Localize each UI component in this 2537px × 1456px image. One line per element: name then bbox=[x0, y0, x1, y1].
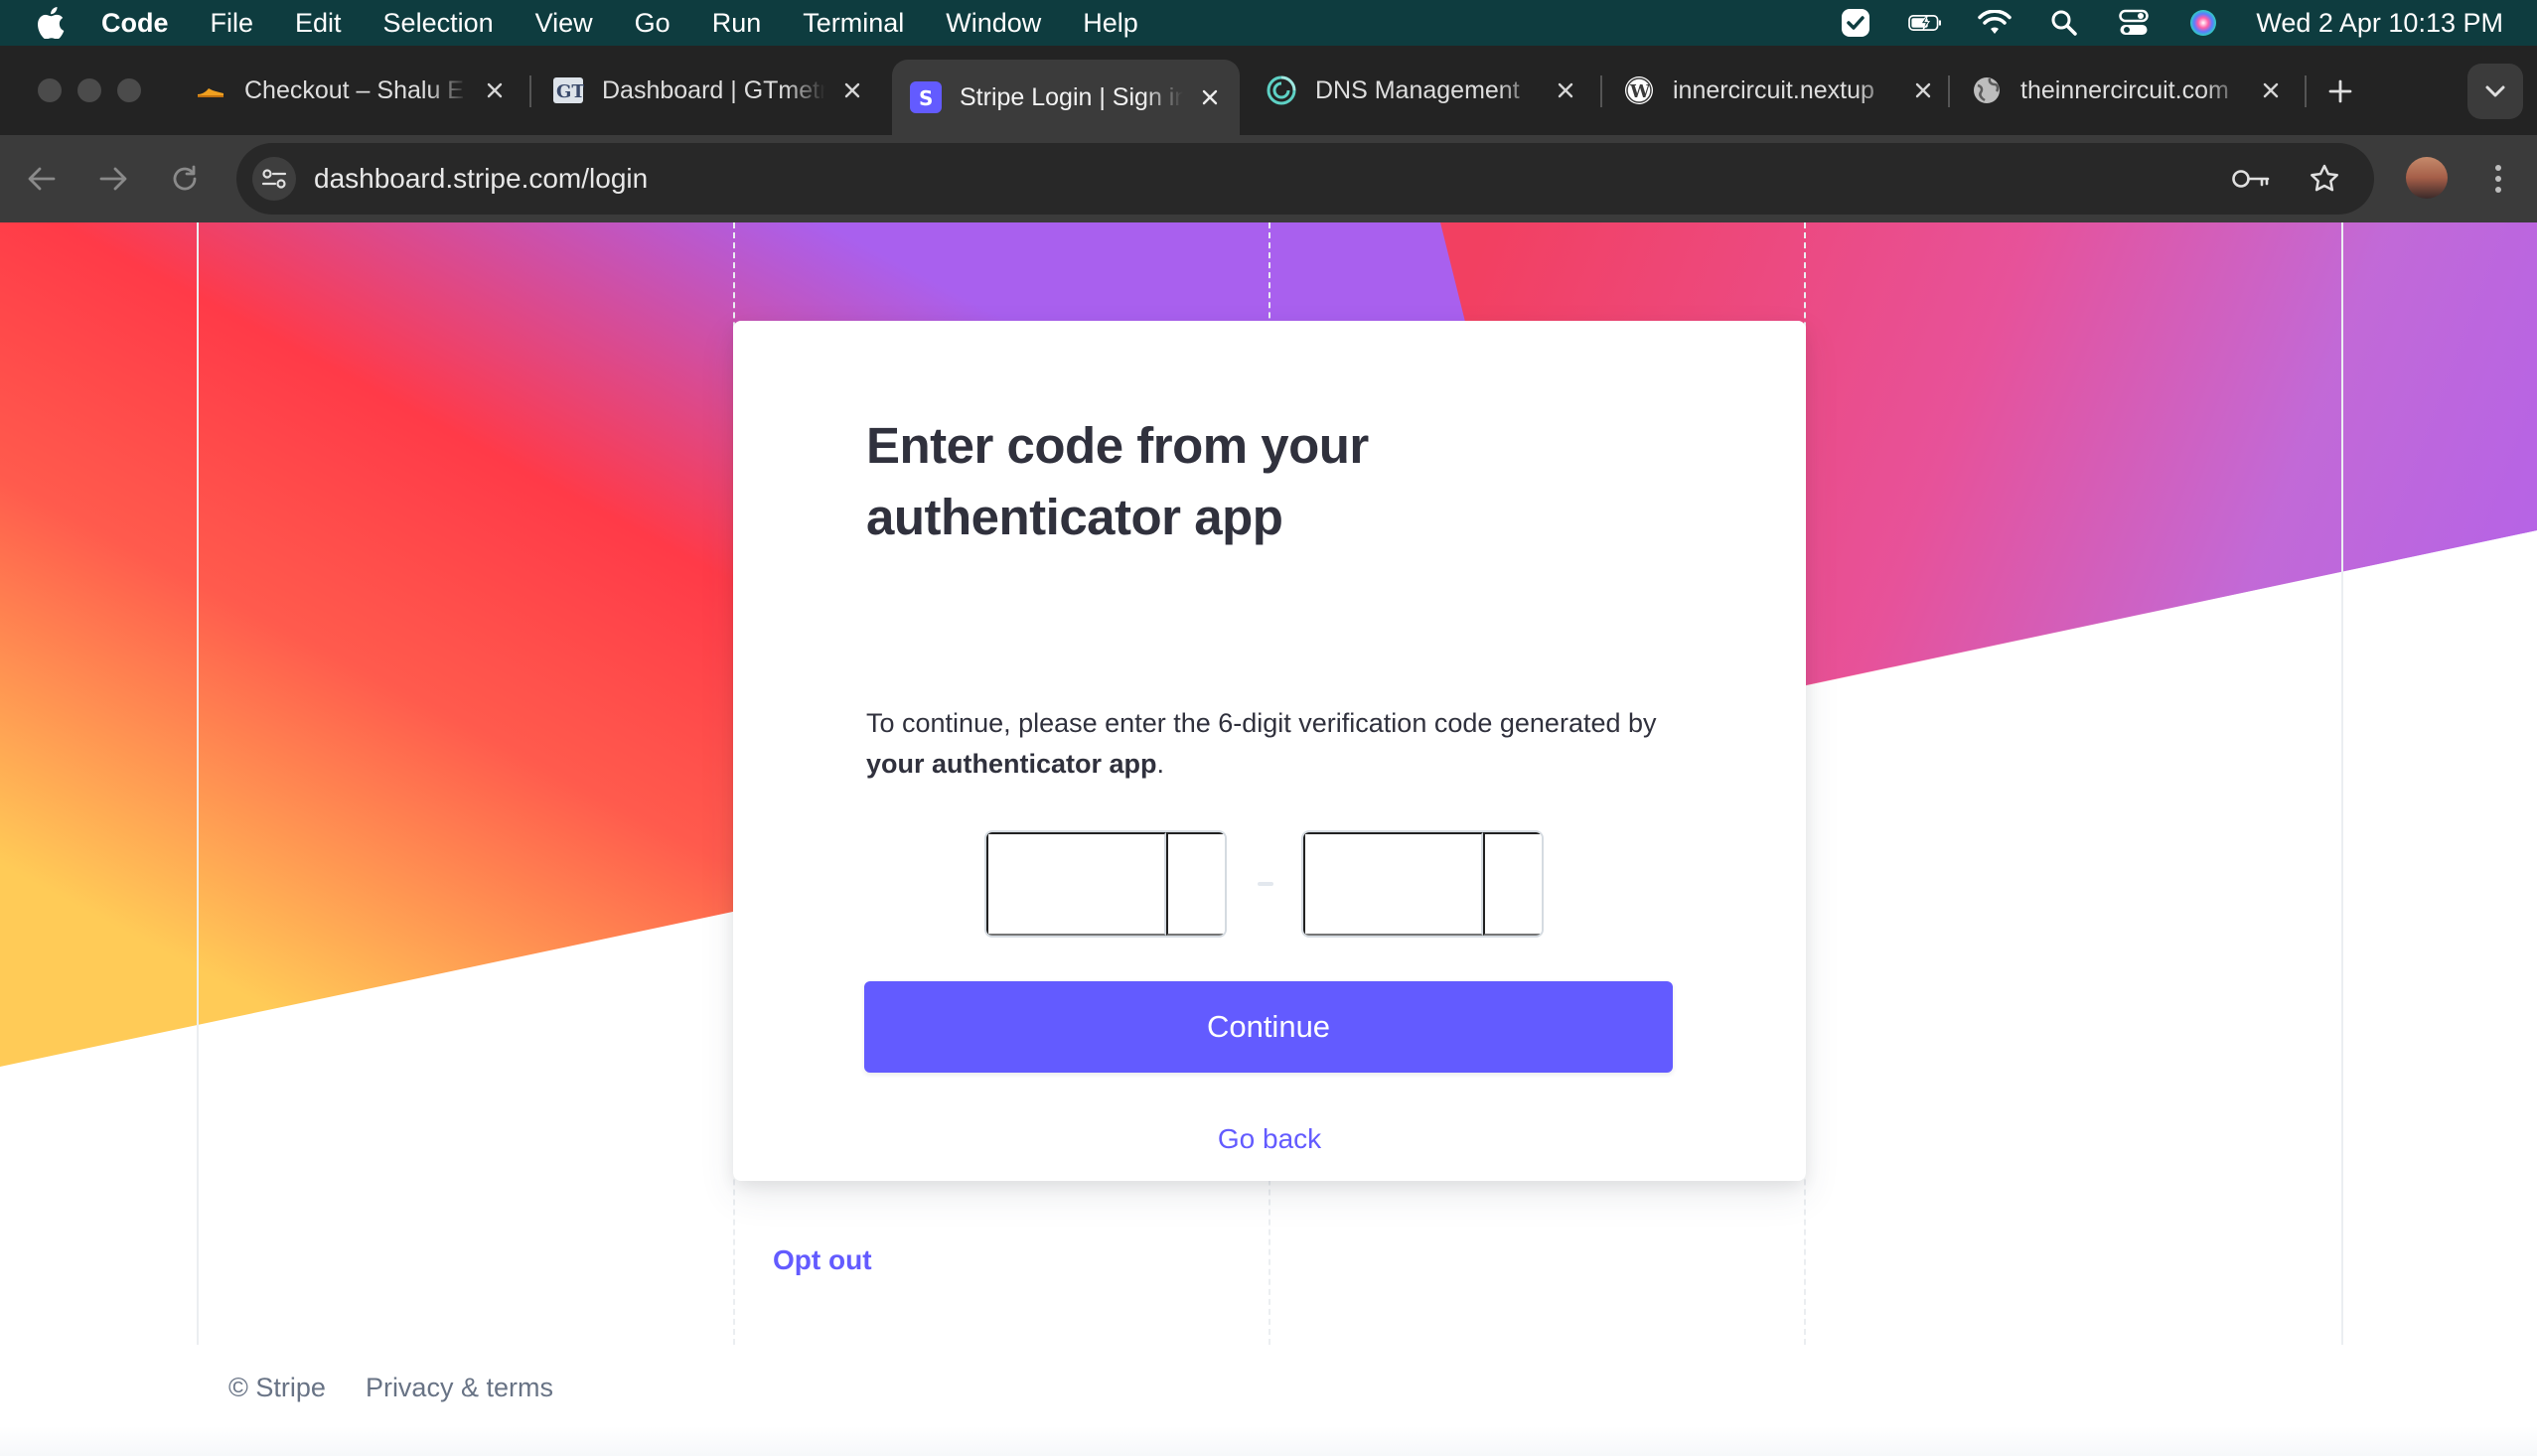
close-window-button[interactable] bbox=[38, 78, 62, 102]
control-center-icon[interactable] bbox=[2117, 8, 2151, 38]
svg-text:S: S bbox=[919, 86, 933, 110]
code-separator bbox=[1258, 882, 1273, 886]
code-input-group-second bbox=[1301, 830, 1544, 938]
checklist-app-icon[interactable] bbox=[1839, 8, 1872, 38]
menu-view[interactable]: View bbox=[535, 8, 593, 39]
address-bar[interactable]: dashboard.stripe.com/login bbox=[236, 143, 2374, 215]
tab-separator bbox=[529, 75, 531, 107]
profile-avatar[interactable] bbox=[2406, 157, 2448, 199]
tab-checkout[interactable]: Checkout – Shalu E bbox=[177, 60, 524, 121]
grid-guide-line bbox=[197, 222, 199, 1345]
wifi-icon[interactable] bbox=[1978, 8, 2013, 38]
close-icon[interactable] bbox=[2257, 76, 2285, 104]
menu-go[interactable]: Go bbox=[635, 8, 671, 39]
menubar-status-area: Wed 2 Apr 10:13 PM bbox=[1839, 0, 2503, 46]
close-icon[interactable] bbox=[1909, 76, 1937, 104]
back-arrow-icon[interactable] bbox=[20, 157, 64, 201]
forward-arrow-icon[interactable] bbox=[91, 157, 135, 201]
siri-icon[interactable] bbox=[2186, 8, 2220, 38]
instructions-prefix: To continue, please enter the 6-digit ve… bbox=[866, 708, 1657, 738]
instructions-bold: your authenticator app bbox=[866, 749, 1157, 779]
menubar-clock[interactable]: Wed 2 Apr 10:13 PM bbox=[2256, 8, 2503, 39]
browser-menu-icon[interactable] bbox=[2483, 157, 2513, 201]
code-digit-1[interactable] bbox=[986, 832, 1166, 936]
tab-title: Dashboard | GTmetrix bbox=[602, 75, 825, 104]
minimize-window-button[interactable] bbox=[77, 78, 101, 102]
menu-edit[interactable]: Edit bbox=[295, 8, 342, 39]
password-key-icon[interactable] bbox=[2229, 157, 2273, 201]
close-icon[interactable] bbox=[838, 76, 866, 104]
continue-button[interactable]: Continue bbox=[864, 981, 1673, 1073]
tab-title: Checkout – Shalu E bbox=[244, 75, 464, 104]
menu-window[interactable]: Window bbox=[946, 8, 1041, 39]
bottom-fade bbox=[0, 1426, 2537, 1456]
window-controls bbox=[38, 78, 141, 102]
gtmetrix-icon: GT bbox=[552, 74, 584, 106]
tab-title: Stripe Login | Sign in bbox=[960, 82, 1183, 111]
privacy-terms-link[interactable]: Privacy & terms bbox=[366, 1373, 553, 1403]
svg-text:W: W bbox=[1629, 81, 1651, 102]
bookmark-star-icon[interactable] bbox=[2303, 157, 2346, 201]
tab-stripe-login[interactable]: S Stripe Login | Sign in bbox=[892, 60, 1240, 135]
menu-run[interactable]: Run bbox=[712, 8, 762, 39]
tab-search-button[interactable] bbox=[2467, 64, 2523, 119]
globe-icon bbox=[1971, 74, 2003, 106]
browser-tab-strip: Checkout – Shalu E GT Dashboard | GTmetr… bbox=[0, 46, 2537, 135]
url-text[interactable]: dashboard.stripe.com/login bbox=[314, 163, 648, 195]
close-icon[interactable] bbox=[481, 76, 509, 104]
tab-dns-management[interactable]: DNS Management bbox=[1248, 60, 1595, 121]
menu-terminal[interactable]: Terminal bbox=[803, 8, 904, 39]
menu-selection[interactable]: Selection bbox=[383, 8, 494, 39]
macos-menu-bar: Code File Edit Selection View Go Run Ter… bbox=[0, 0, 2537, 46]
stripe-login-page: Enter code from your authenticator app T… bbox=[0, 222, 2537, 1456]
browser-toolbar: dashboard.stripe.com/login bbox=[0, 135, 2537, 222]
maximize-window-button[interactable] bbox=[117, 78, 141, 102]
wordpress-icon: W bbox=[1623, 74, 1655, 106]
tab-title: theinnercircuit.com bbox=[2020, 75, 2229, 104]
two-factor-card: Enter code from your authenticator app T… bbox=[733, 321, 1806, 1181]
page-footer: © Stripe Privacy & terms bbox=[228, 1373, 553, 1403]
opt-out-link[interactable]: Opt out bbox=[773, 1244, 872, 1276]
apple-menu-icon[interactable] bbox=[34, 6, 68, 40]
address-bar-actions bbox=[2229, 157, 2346, 201]
battery-charging-icon[interactable] bbox=[1908, 8, 1942, 38]
dns-swirl-icon bbox=[1266, 74, 1297, 106]
site-settings-icon[interactable] bbox=[252, 157, 296, 201]
code-input-group-first bbox=[984, 830, 1227, 938]
shoe-icon bbox=[195, 74, 226, 106]
code-digit-2[interactable] bbox=[1166, 832, 1225, 936]
tab-title: innercircuit.nextup bbox=[1673, 75, 1874, 104]
page-title: Enter code from your authenticator app bbox=[866, 417, 1369, 545]
copyright-text: © Stripe bbox=[228, 1373, 326, 1402]
instructions-suffix: . bbox=[1156, 749, 1165, 779]
go-back-link[interactable]: Go back bbox=[733, 1123, 1806, 1155]
tab-title: DNS Management bbox=[1315, 75, 1520, 104]
tab-separator bbox=[1948, 75, 1950, 107]
code-digit-4[interactable] bbox=[1303, 832, 1483, 936]
tab-separator bbox=[2305, 75, 2307, 107]
instructions-text: To continue, please enter the 6-digit ve… bbox=[866, 703, 1701, 785]
spotlight-search-icon[interactable] bbox=[2047, 8, 2081, 38]
grid-guide-line bbox=[2341, 222, 2343, 1345]
tab-theinnercircuit[interactable]: theinnercircuit.com bbox=[1953, 60, 2301, 121]
stripe-icon: S bbox=[910, 81, 942, 113]
tab-separator bbox=[1600, 75, 1602, 107]
tab-gtmetrix[interactable]: GT Dashboard | GTmetrix bbox=[534, 60, 882, 121]
close-icon[interactable] bbox=[1196, 83, 1224, 111]
code-digit-5[interactable] bbox=[1483, 832, 1542, 936]
svg-text:GT: GT bbox=[556, 81, 584, 102]
close-icon[interactable] bbox=[1552, 76, 1579, 104]
tab-innercircuit[interactable]: W innercircuit.nextup bbox=[1605, 60, 1953, 121]
new-tab-button[interactable] bbox=[2320, 72, 2360, 111]
menu-app-name[interactable]: Code bbox=[101, 8, 169, 39]
menu-help[interactable]: Help bbox=[1083, 8, 1138, 39]
menu-file[interactable]: File bbox=[211, 8, 254, 39]
reload-icon[interactable] bbox=[163, 157, 207, 201]
